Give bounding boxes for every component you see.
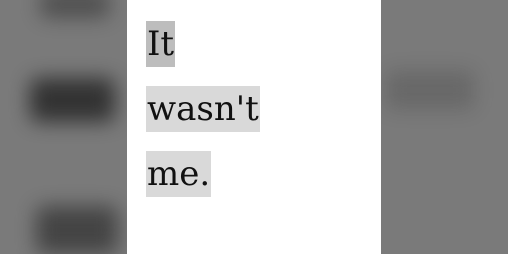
line-row: wasn't xyxy=(146,86,371,151)
blurred-text-fragment xyxy=(30,78,115,122)
text-line-1[interactable]: It xyxy=(146,21,176,67)
text-line-3[interactable]: me. xyxy=(146,151,212,197)
viewport: It wasn't me. xyxy=(0,0,508,254)
blurred-text-fragment xyxy=(36,206,118,254)
blurred-text-fragment xyxy=(40,0,110,18)
line-row: me. xyxy=(146,151,371,216)
text-line-2[interactable]: wasn't xyxy=(146,86,260,132)
blurred-text-fragment xyxy=(385,70,475,110)
text-card: It wasn't me. xyxy=(127,0,381,254)
text-lines: It wasn't me. xyxy=(146,21,371,216)
line-row: It xyxy=(146,21,371,86)
